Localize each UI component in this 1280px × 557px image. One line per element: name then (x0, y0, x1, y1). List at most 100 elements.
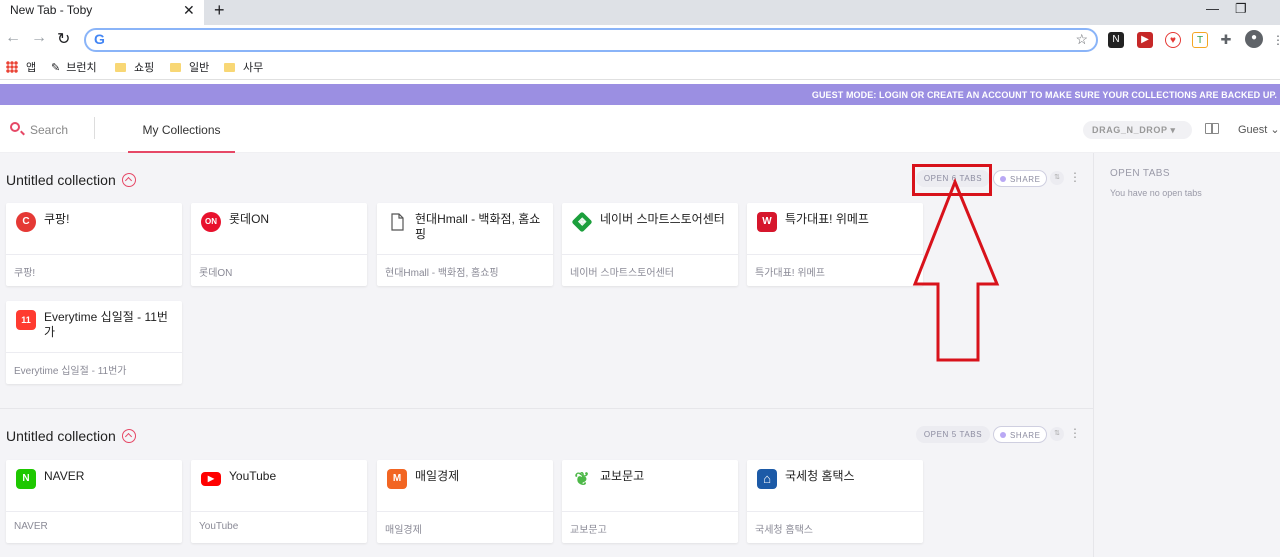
card-url: 현대Hmall - 백화점, 홈쇼핑 (385, 268, 499, 279)
card-wemakeprice[interactable]: W 특가대표! 위메프 특가대표! 위메프 (747, 203, 923, 286)
back-icon[interactable]: ← (5, 29, 21, 47)
folder-icon (224, 63, 235, 72)
book-icon[interactable] (1205, 123, 1219, 134)
share-button[interactable]: SHARE (993, 426, 1047, 443)
card-11st[interactable]: 11 Everytime 십일절 - 11번가 Everytime 십일절 - … (6, 301, 182, 384)
header-divider (94, 117, 95, 139)
card-title: 롯데ON (229, 212, 270, 226)
collapse-chevron-icon[interactable] (121, 429, 136, 443)
guest-mode-banner[interactable]: GUEST MODE: LOGIN OR CREATE AN ACCOUNT T… (0, 84, 1280, 105)
shield-extension-icon[interactable]: ♥ (1165, 32, 1181, 48)
hometax-favicon-icon: ⌂ (757, 469, 777, 489)
collapse-chevron-icon[interactable] (121, 173, 136, 187)
card-hometax[interactable]: ⌂ 국세청 홈택스 국세청 홈택스 (747, 460, 923, 543)
card-hmall[interactable]: 현대Hmall - 백화점, 홈쇼핑 현대Hmall - 백화점, 홈쇼핑 (377, 203, 553, 286)
reorder-icon[interactable]: ⇅ (1050, 427, 1064, 441)
open-tabs-title: OPEN TABS (1110, 168, 1170, 179)
browser-tab[interactable]: New Tab - Toby ✕ (0, 0, 204, 25)
reload-icon[interactable]: ↻ (57, 29, 70, 49)
card-title: 네이버 스마트스토어센터 (600, 212, 725, 226)
collection-more-icon[interactable]: ⋮ (1069, 426, 1081, 440)
forward-icon[interactable]: → (31, 29, 47, 47)
lotteon-favicon-icon: ON (201, 212, 221, 232)
bookmark-label: 사무 (243, 62, 264, 74)
card-naver-smartstore[interactable]: ▦ 네이버 스마트스토어센터 네이버 스마트스토어센터 (562, 203, 738, 286)
naver-favicon-icon: N (16, 469, 36, 489)
bookmark-folder-shopping[interactable]: 쇼핑 (115, 59, 154, 75)
card-url: 네이버 스마트스토어센터 (570, 268, 674, 279)
restore-icon[interactable]: ❐ (1235, 1, 1247, 17)
collection-title[interactable]: Untitled collection (6, 428, 136, 444)
app-header: Search My Collections DRAG_N_DROP ▾ Gues… (0, 105, 1280, 153)
wemakeprice-favicon-icon: W (757, 212, 777, 232)
bookmark-apps[interactable]: 앱 (6, 59, 36, 75)
media-extension-icon[interactable]: ▶ (1137, 32, 1153, 48)
notion-extension-icon[interactable]: N (1108, 32, 1124, 48)
annotation-up-arrow-icon (912, 178, 1000, 362)
card-header: 11 Everytime 십일절 - 11번가 (6, 301, 182, 353)
tab-close-icon[interactable]: ✕ (183, 2, 195, 19)
profile-avatar-icon[interactable]: ● (1245, 30, 1263, 48)
card-url: 매일경제 (385, 525, 422, 536)
minimize-icon[interactable]: — (1206, 1, 1219, 16)
card-header: 현대Hmall - 백화점, 홈쇼핑 (377, 203, 553, 255)
11st-favicon-icon: 11 (16, 310, 36, 330)
bookmark-star-icon[interactable]: ☆ (1075, 31, 1088, 48)
card-url: NAVER (14, 521, 48, 532)
open-tabs-button[interactable]: OPEN 5 TABS (916, 426, 990, 443)
card-title: 현대Hmall - 백화점, 홈쇼핑 (415, 212, 541, 241)
card-kyobo[interactable]: ❦ 교보문고 교보문고 (562, 460, 738, 543)
guest-menu[interactable]: Guest ⌄ (1238, 123, 1280, 136)
puzzle-extensions-icon[interactable]: ✚ (1218, 32, 1234, 48)
card-title: YouTube (229, 469, 277, 483)
menu-icon[interactable]: ⋮ (1270, 32, 1280, 48)
bookmark-label: 쇼핑 (134, 62, 155, 74)
card-url: Everytime 십일절 - 11번가 (14, 366, 127, 377)
card-header: N NAVER (6, 460, 182, 512)
document-icon (391, 213, 404, 231)
card-url: 교보문고 (570, 525, 607, 536)
folder-icon (115, 63, 126, 72)
card-url: 국세청 홈택스 (755, 525, 813, 536)
card-url: 특가대표! 위메프 (755, 268, 825, 279)
card-mk[interactable]: M 매일경제 매일경제 (377, 460, 553, 543)
share-button[interactable]: SHARE (993, 170, 1047, 187)
card-title: Everytime 십일절 - 11번가 (44, 310, 168, 339)
bookmark-folder-general[interactable]: 일반 (170, 59, 209, 75)
card-header: ❦ 교보문고 (562, 460, 738, 512)
pen-icon: ✎ (51, 62, 61, 74)
collection-title[interactable]: Untitled collection (6, 172, 136, 188)
search-input[interactable]: Search (30, 123, 68, 137)
drag-mode-dropdown[interactable]: DRAG_N_DROP ▾ (1083, 121, 1192, 139)
kyobo-favicon-icon: ❦ (574, 469, 590, 489)
bookmark-folder-office[interactable]: 사무 (224, 59, 263, 75)
toby-extension-icon[interactable]: T (1192, 32, 1208, 48)
card-lotteon[interactable]: ON 롯데ON 롯데ON (191, 203, 367, 286)
collection-divider (0, 408, 1093, 409)
card-title: 교보문고 (600, 469, 645, 483)
new-tab-button[interactable]: + (214, 0, 225, 21)
search-icon[interactable] (10, 122, 20, 132)
collection-title-text: Untitled collection (6, 428, 116, 444)
share-label: SHARE (1010, 175, 1041, 184)
bookmark-label: 앱 (26, 62, 37, 74)
tab-my-collections[interactable]: My Collections (128, 105, 235, 153)
browser-tab-title: New Tab - Toby (10, 3, 93, 17)
open-tabs-empty-text: You have no open tabs (1110, 188, 1202, 198)
bookmark-label: 브런치 (66, 62, 97, 74)
folder-icon (170, 63, 181, 72)
bookmark-label: 일반 (189, 62, 210, 74)
card-coupang[interactable]: C 쿠팡! 쿠팡! (6, 203, 182, 286)
share-dot-icon (1000, 432, 1006, 438)
card-header: W 특가대표! 위메프 (747, 203, 923, 255)
google-logo-icon: G (94, 31, 105, 47)
card-naver[interactable]: N NAVER NAVER (6, 460, 182, 543)
card-url: YouTube (199, 521, 239, 532)
card-youtube[interactable]: ▶ YouTube YouTube (191, 460, 367, 543)
reorder-icon[interactable]: ⇅ (1050, 171, 1064, 185)
bookmark-brunch[interactable]: ✎ 브런치 (51, 59, 97, 75)
collection-more-icon[interactable]: ⋮ (1069, 170, 1081, 184)
browser-toolbar: ← → ↻ G ☆ N ▶ ♥ T ✚ ● ⋮ (0, 25, 1280, 55)
address-bar[interactable]: G ☆ (84, 28, 1098, 52)
card-header: ON 롯데ON (191, 203, 367, 255)
